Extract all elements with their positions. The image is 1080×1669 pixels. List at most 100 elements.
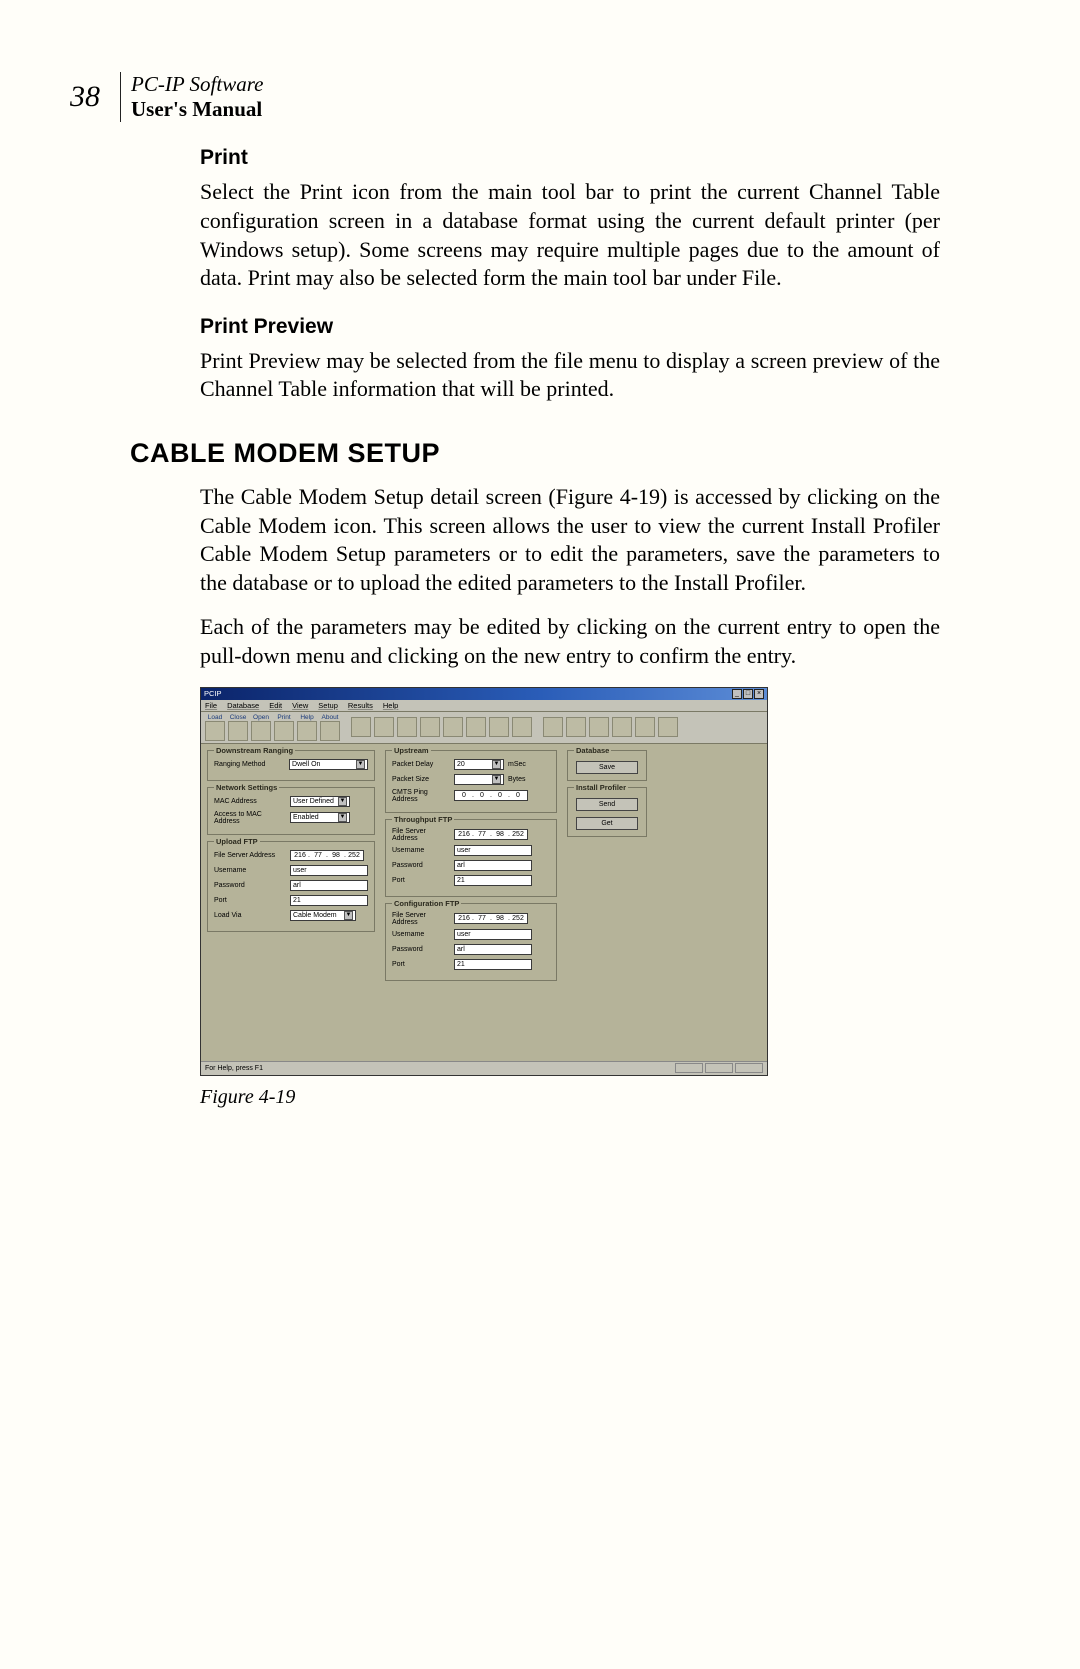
open-icon[interactable] — [251, 721, 271, 741]
password-input[interactable]: arl — [290, 880, 368, 891]
status-text: For Help, press F1 — [205, 1065, 263, 1072]
print-heading: Print — [200, 146, 940, 170]
database-group: Database Save — [567, 750, 647, 781]
tool-about-label: About — [322, 714, 339, 721]
port-input[interactable]: 21 — [290, 895, 368, 906]
group-title: Network Settings — [214, 783, 279, 792]
toolbar-icon[interactable] — [543, 717, 563, 737]
status-bar: For Help, press F1 — [201, 1061, 767, 1075]
tool-print-label: Print — [277, 714, 290, 721]
mac-address-select[interactable]: User Defined▼ — [290, 796, 350, 807]
username-input[interactable]: user — [290, 865, 368, 876]
load-via-select[interactable]: Cable Modem▼ — [290, 910, 356, 921]
send-button[interactable]: Send — [576, 798, 638, 811]
group-title: Configuration FTP — [392, 899, 461, 908]
chevron-down-icon: ▼ — [492, 775, 501, 784]
ranging-method-select[interactable]: Dwell On▼ — [289, 759, 368, 770]
chevron-down-icon: ▼ — [344, 911, 353, 920]
minimize-button[interactable]: _ — [732, 689, 742, 699]
toolbar-icon[interactable] — [612, 717, 632, 737]
file-server-ip-input[interactable]: 216.77.98.252 — [290, 850, 364, 861]
packet-delay-select[interactable]: 20▼ — [454, 759, 504, 770]
menu-file[interactable]: File — [205, 701, 217, 710]
chevron-down-icon: ▼ — [356, 760, 365, 769]
mac-address-label: MAC Address — [214, 798, 286, 805]
port-label: Port — [392, 877, 450, 884]
status-box — [735, 1063, 763, 1073]
toolbar-icon[interactable] — [466, 717, 486, 737]
access-mac-label: Access to MAC Address — [214, 811, 286, 825]
group-title: Database — [574, 746, 611, 755]
toolbar-icon[interactable] — [443, 717, 463, 737]
print-icon[interactable] — [274, 721, 294, 741]
port-input[interactable]: 21 — [454, 959, 532, 970]
toolbar-icon[interactable] — [489, 717, 509, 737]
toolbar-icon[interactable] — [589, 717, 609, 737]
menu-view[interactable]: View — [292, 701, 308, 710]
toolbar: Load Close Open Print Help About — [201, 712, 767, 744]
page-header: 38 PC-IP Software User's Manual — [70, 72, 940, 122]
tool-load-label: Load — [208, 714, 222, 721]
toolbar-icon[interactable] — [658, 717, 678, 737]
cable-modem-setup-heading: CABLE MODEM SETUP — [130, 438, 940, 469]
port-input[interactable]: 21 — [454, 875, 532, 886]
configuration-ftp-group: Configuration FTP File Server Address 21… — [385, 903, 557, 981]
file-server-label: File Server Address — [392, 912, 450, 926]
tool-open-label: Open — [253, 714, 269, 721]
group-title: Downstream Ranging — [214, 746, 295, 755]
file-server-ip-input[interactable]: 216.77.98.252 — [454, 913, 528, 924]
figure-caption: Figure 4-19 — [200, 1086, 940, 1109]
toolbar-icon[interactable] — [566, 717, 586, 737]
delay-unit: mSec — [508, 761, 526, 768]
size-unit: Bytes — [508, 776, 526, 783]
toolbar-icon[interactable] — [512, 717, 532, 737]
toolbar-icon[interactable] — [420, 717, 440, 737]
app-title: PCIP — [204, 689, 222, 698]
menu-database[interactable]: Database — [227, 701, 259, 710]
get-button[interactable]: Get — [576, 817, 638, 830]
cms-paragraph-1: The Cable Modem Setup detail screen (Fig… — [200, 483, 940, 597]
close-icon[interactable] — [228, 721, 248, 741]
screenshot-window: PCIP _ □ × File Database Edit View Setup… — [200, 687, 768, 1076]
username-input[interactable]: user — [454, 845, 532, 856]
menu-edit[interactable]: Edit — [269, 701, 282, 710]
username-input[interactable]: user — [454, 929, 532, 940]
maximize-button[interactable]: □ — [743, 689, 753, 699]
toolbar-icon[interactable] — [397, 717, 417, 737]
about-icon[interactable] — [320, 721, 340, 741]
password-label: Password — [214, 882, 286, 889]
cms-paragraph-2: Each of the parameters may be edited by … — [200, 613, 940, 670]
menu-results[interactable]: Results — [348, 701, 373, 710]
username-label: Username — [392, 847, 450, 854]
group-title: Install Profiler — [574, 783, 628, 792]
cmts-ping-ip-input[interactable]: 0.0.0.0 — [454, 790, 528, 801]
toolbar-icon[interactable] — [635, 717, 655, 737]
cmts-ping-label: CMTS Ping Address — [392, 789, 450, 803]
print-preview-paragraph: Print Preview may be selected from the f… — [200, 347, 940, 404]
username-label: Username — [392, 931, 450, 938]
menubar: File Database Edit View Setup Results He… — [201, 700, 767, 712]
close-button[interactable]: × — [754, 689, 764, 699]
status-box — [675, 1063, 703, 1073]
print-paragraph: Select the Print icon from the main tool… — [200, 178, 940, 292]
save-button[interactable]: Save — [576, 761, 638, 774]
username-label: Username — [214, 867, 286, 874]
password-input[interactable]: arl — [454, 944, 532, 955]
chevron-down-icon: ▼ — [338, 813, 347, 822]
chevron-down-icon: ▼ — [492, 760, 501, 769]
access-mac-select[interactable]: Enabled▼ — [290, 812, 350, 823]
toolbar-icon[interactable] — [351, 717, 371, 737]
help-icon[interactable] — [297, 721, 317, 741]
packet-size-label: Packet Size — [392, 776, 450, 783]
chevron-down-icon: ▼ — [338, 797, 347, 806]
titlebar: PCIP _ □ × — [201, 688, 767, 700]
packet-size-select[interactable]: ▼ — [454, 774, 504, 785]
file-server-ip-input[interactable]: 216.77.98.252 — [454, 829, 528, 840]
menu-help[interactable]: Help — [383, 701, 398, 710]
menu-setup[interactable]: Setup — [318, 701, 338, 710]
toolbar-icon[interactable] — [374, 717, 394, 737]
ranging-method-label: Ranging Method — [214, 761, 285, 768]
group-title: Throughput FTP — [392, 815, 454, 824]
password-input[interactable]: arl — [454, 860, 532, 871]
load-icon[interactable] — [205, 721, 225, 741]
